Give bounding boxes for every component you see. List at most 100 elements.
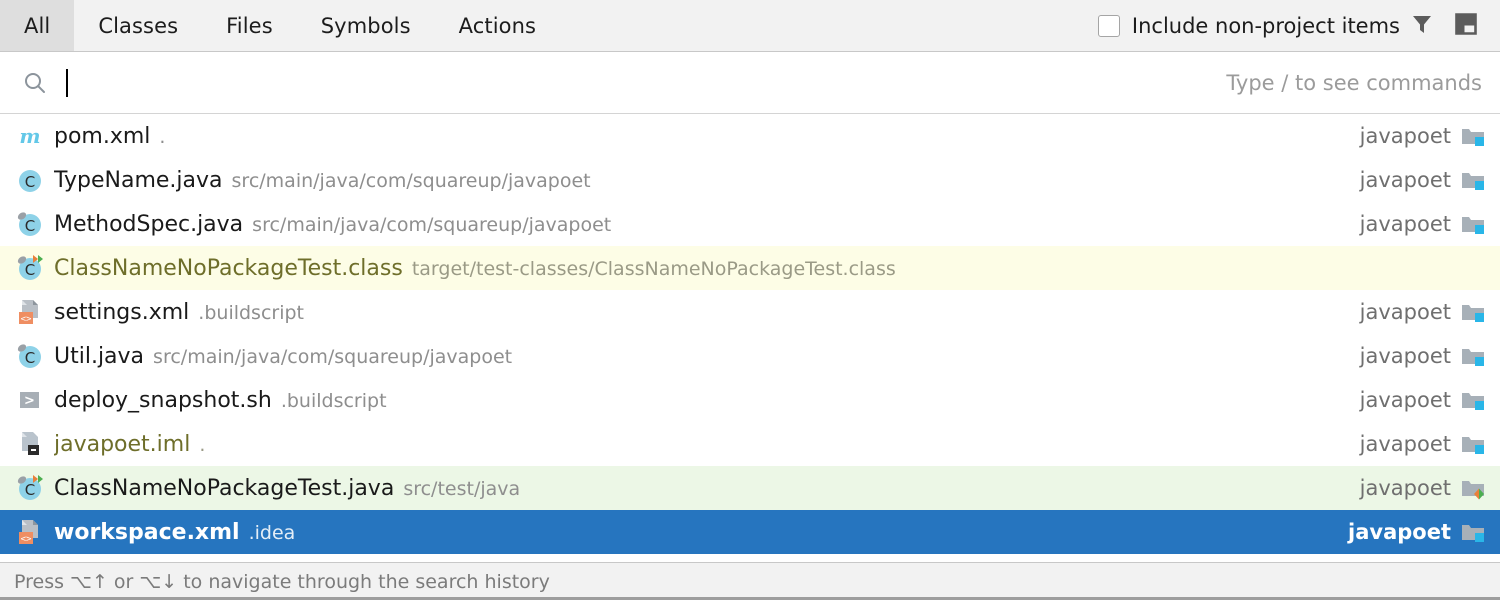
module-folder-icon bbox=[1460, 431, 1486, 457]
result-module: javapoet bbox=[1340, 167, 1486, 193]
result-row[interactable]: C Util.java src/main/java/com/squareup/jav… bbox=[0, 334, 1500, 378]
tab-label: Actions bbox=[458, 13, 537, 38]
tab-classes[interactable]: Classes bbox=[74, 0, 202, 51]
module-folder-icon bbox=[1460, 343, 1486, 369]
result-name: javapoet.iml bbox=[54, 431, 191, 457]
svg-text:<>: <> bbox=[21, 315, 32, 325]
tab-files[interactable]: Files bbox=[202, 0, 297, 51]
result-name: MethodSpec.java bbox=[54, 211, 244, 237]
result-location: src/main/java/com/squareup/javapoet bbox=[231, 169, 591, 192]
svg-text:m: m bbox=[19, 124, 40, 148]
result-main: javapoet.iml. bbox=[54, 432, 1340, 457]
result-main: workspace.xml .idea bbox=[54, 520, 1328, 545]
tab-label: Symbols bbox=[320, 13, 411, 38]
svg-text:<>: <> bbox=[21, 535, 32, 545]
java-class-test-icon: C bbox=[14, 472, 46, 504]
result-row[interactable]: C TypeName.java src/main/java/com/squareup… bbox=[0, 158, 1500, 202]
module-folder-icon bbox=[1460, 387, 1486, 413]
svg-text:>: > bbox=[24, 394, 35, 409]
result-row[interactable]: m pom.xml. javapoet bbox=[0, 114, 1500, 158]
xml-file-icon: <> bbox=[14, 516, 46, 548]
module-folder-icon bbox=[1460, 167, 1486, 193]
result-location: . bbox=[159, 125, 166, 148]
result-module: javapoet bbox=[1340, 343, 1486, 369]
result-main: deploy_snapshot.sh .buildscript bbox=[54, 388, 1340, 413]
result-location: .buildscript bbox=[198, 301, 305, 324]
tab-actions[interactable]: Actions bbox=[435, 0, 560, 51]
svg-text:C: C bbox=[25, 261, 35, 279]
search-bar[interactable]: Type / to see commands bbox=[0, 52, 1500, 114]
result-row[interactable]: <> workspace.xml .idea javapoet bbox=[0, 510, 1500, 554]
status-bar: Press ⌥↑ or ⌥↓ to navigate through the s… bbox=[0, 562, 1500, 600]
result-location: src/main/java/com/squareup/javapoet bbox=[153, 345, 513, 368]
result-module: javapoet bbox=[1340, 387, 1486, 413]
result-location: .idea bbox=[248, 521, 296, 544]
result-location: . bbox=[199, 433, 206, 456]
java-class-test-compiled-icon: C bbox=[14, 252, 46, 284]
result-name: pom.xml bbox=[54, 123, 151, 149]
module-folder-test-icon bbox=[1460, 475, 1486, 501]
result-row[interactable]: <> settings.xml .buildscript javapoet bbox=[0, 290, 1500, 334]
result-name: TypeName.java bbox=[54, 167, 223, 193]
java-class-icon: C bbox=[14, 164, 46, 196]
module-name: javapoet bbox=[1359, 388, 1451, 412]
result-location: src/main/java/com/squareup/javapoet bbox=[252, 213, 612, 236]
svg-text:C: C bbox=[25, 349, 35, 367]
tab-label: Files bbox=[226, 13, 273, 38]
result-location: src/test/java bbox=[403, 477, 521, 500]
module-name: javapoet bbox=[1359, 432, 1451, 456]
result-row[interactable]: C MethodSpec.java src/main/java/com/square… bbox=[0, 202, 1500, 246]
result-main: Util.java src/main/java/com/squareup/java… bbox=[54, 344, 1340, 369]
result-row[interactable]: C ClassNameNoPackageTest.java src/test/jav… bbox=[0, 466, 1500, 510]
search-input[interactable] bbox=[66, 66, 1210, 100]
result-row[interactable]: javapoet.iml. javapoet bbox=[0, 422, 1500, 466]
checkbox-label: Include non-project items bbox=[1131, 13, 1400, 38]
text-caret bbox=[66, 68, 68, 97]
module-name: javapoet bbox=[1359, 212, 1451, 236]
filter-funnel-icon bbox=[1409, 11, 1435, 41]
module-name: javapoet bbox=[1359, 476, 1451, 500]
preview-panel-button[interactable] bbox=[1444, 4, 1488, 48]
result-main: ClassNameNoPackageTest.class target/test-… bbox=[54, 256, 1466, 281]
svg-text:C: C bbox=[25, 173, 35, 191]
module-folder-icon bbox=[1460, 211, 1486, 237]
iml-module-file-icon bbox=[14, 428, 46, 460]
xml-file-icon: <> bbox=[14, 296, 46, 328]
result-name: settings.xml bbox=[54, 299, 190, 325]
module-name: javapoet bbox=[1359, 124, 1451, 148]
module-name: javapoet bbox=[1359, 168, 1451, 192]
result-module: javapoet bbox=[1340, 475, 1486, 501]
result-module: javapoet bbox=[1340, 299, 1486, 325]
module-folder-icon bbox=[1460, 123, 1486, 149]
results-list[interactable]: m pom.xml. javapoet C TypeName.java src/main/… bbox=[0, 114, 1500, 562]
filter-button[interactable] bbox=[1400, 4, 1444, 48]
result-name: workspace.xml bbox=[54, 519, 240, 545]
tab-symbols[interactable]: Symbols bbox=[297, 0, 435, 51]
java-class-excluded-icon: C bbox=[14, 340, 46, 372]
search-icon bbox=[22, 70, 48, 96]
result-row[interactable]: > deploy_snapshot.sh .buildscript javapoet bbox=[0, 378, 1500, 422]
module-name: javapoet bbox=[1348, 520, 1451, 544]
result-name: ClassNameNoPackageTest.class bbox=[54, 255, 403, 281]
search-everywhere-dialog: All Classes Files Symbols Actions Include no… bbox=[0, 0, 1500, 600]
tab-label: All bbox=[24, 13, 51, 38]
preview-panel-icon bbox=[1453, 11, 1479, 41]
result-name: deploy_snapshot.sh bbox=[54, 387, 272, 413]
header-spacer bbox=[560, 0, 1098, 51]
result-row[interactable]: C ClassNameNoPackageTest.class target/test… bbox=[0, 246, 1500, 290]
svg-text:C: C bbox=[25, 217, 35, 235]
tab-label: Classes bbox=[98, 13, 179, 38]
search-commands-hint: Type / to see commands bbox=[1226, 70, 1482, 95]
include-non-project-items-checkbox[interactable]: Include non-project items bbox=[1097, 13, 1400, 38]
result-module: javapoet bbox=[1340, 431, 1486, 457]
result-location: target/test-classes/ClassNameNoPackageTe… bbox=[411, 257, 896, 280]
dialog-header: All Classes Files Symbols Actions Include no… bbox=[0, 0, 1500, 52]
result-main: ClassNameNoPackageTest.java src/test/java bbox=[54, 476, 1340, 501]
result-name: Util.java bbox=[54, 343, 145, 369]
tab-all[interactable]: All bbox=[0, 0, 75, 51]
shell-script-icon: > bbox=[14, 384, 46, 416]
result-module: javapoet bbox=[1340, 123, 1486, 149]
java-class-excluded-icon: C bbox=[14, 208, 46, 240]
checkbox-box[interactable] bbox=[1097, 14, 1120, 37]
result-name: ClassNameNoPackageTest.java bbox=[54, 475, 395, 501]
